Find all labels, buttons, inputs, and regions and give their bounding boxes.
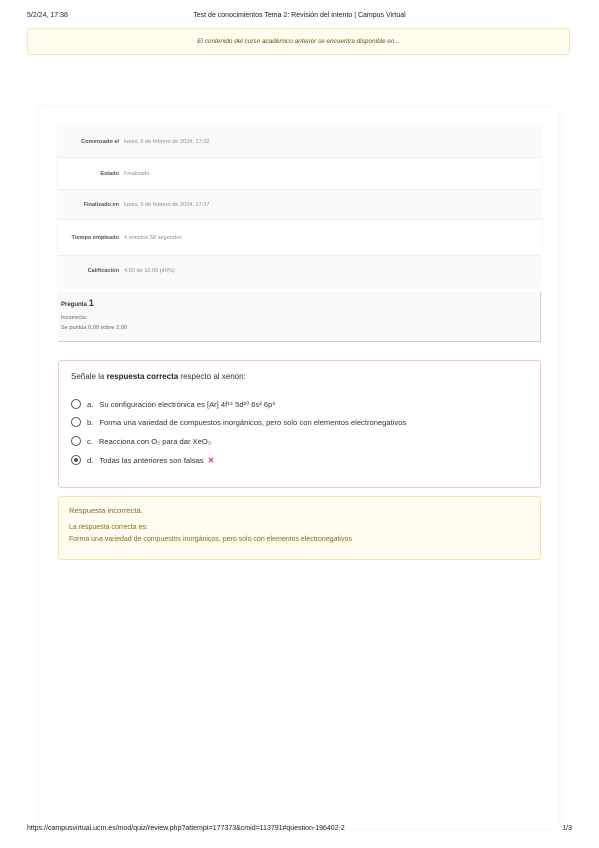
option-letter: b.	[87, 417, 94, 427]
question-info-panel: Pregunta 1 Incorrecta Se puntúa 0,00 sob…	[58, 292, 541, 342]
option-text: Reacciona con O₂ para dar XeO₃	[98, 436, 211, 446]
summary-label: Tiempo empleado	[71, 234, 119, 241]
feedback-title: Respuesta incorrecta.	[69, 506, 143, 515]
notice-text: El contenido del curso académico anterio…	[197, 38, 400, 45]
summary-label: Calificación	[87, 268, 119, 274]
answer-option-c[interactable]: c. Reacciona con O₂ para dar XeO₃	[71, 434, 211, 448]
course-notice-banner[interactable]: El contenido del curso académico anterio…	[27, 28, 570, 55]
summary-value: lunes, 5 de febrero de 2024, 17:37	[124, 201, 210, 208]
summary-row-time-taken: Tiempo empleado 4 minutos 58 segundos	[58, 220, 541, 256]
answer-option-b[interactable]: b. Forma una variedad de compuestos inor…	[71, 415, 406, 429]
prompt-text-pre: Señale la	[71, 372, 107, 381]
print-title: Test de conocimientos Tema 2: Revisión d…	[193, 12, 406, 19]
incorrect-icon: ✕	[207, 455, 215, 465]
feedback-correct-label: La respuesta correcta es:	[69, 524, 148, 531]
option-text: Su configuración electrónica es [Ar] 4f¹…	[99, 399, 276, 409]
print-url: https://campusvirtual.ucm.es/mod/quiz/re…	[27, 825, 345, 832]
question-content-box: Señale la respuesta correcta respecto al…	[58, 360, 541, 488]
radio-button[interactable]	[71, 417, 81, 427]
summary-row-finished: Finalizado en lunes, 5 de febrero de 202…	[58, 190, 541, 220]
question-state: Incorrecta	[61, 315, 86, 321]
print-footer: https://campusvirtual.ucm.es/mod/quiz/re…	[27, 825, 572, 837]
option-text: Forma una variedad de compuestos inorgán…	[99, 417, 407, 427]
question-prompt: Señale la respuesta correcta respecto al…	[71, 372, 246, 381]
summary-value: lunes, 5 de febrero de 2024, 17:32	[124, 138, 210, 145]
question-label: Pregunta	[61, 302, 88, 308]
feedback-box: Respuesta incorrecta. La respuesta corre…	[58, 496, 541, 560]
option-letter: a.	[87, 399, 94, 409]
question-grade: Se puntúa 0,00 sobre 2,00	[61, 325, 127, 331]
summary-label: Estado	[100, 170, 119, 177]
answer-option-a[interactable]: a. Su configuración electrónica es [Ar] …	[71, 397, 276, 411]
radio-button[interactable]	[71, 399, 81, 409]
option-letter: c.	[87, 436, 93, 446]
question-number: Pregunta 1	[61, 298, 94, 308]
summary-value: Finalizado	[124, 170, 150, 177]
option-text: Todas las anteriores son falsas	[99, 455, 204, 465]
radio-button-selected[interactable]	[71, 455, 81, 465]
attempt-summary-table: Comenzado el lunes, 5 de febrero de 2024…	[58, 126, 541, 286]
summary-label: Finalizado en	[83, 201, 119, 208]
summary-value: 4 minutos 58 segundos	[124, 234, 182, 241]
option-letter: d.	[87, 455, 94, 465]
summary-row-started: Comenzado el lunes, 5 de febrero de 2024…	[58, 126, 541, 158]
question-number-value: 1	[88, 298, 94, 308]
summary-label: Comenzado el	[81, 138, 119, 145]
answer-option-d[interactable]: d. Todas las anteriores son falsas ✕	[71, 453, 214, 467]
prompt-text-post: respecto al xenon:	[178, 372, 246, 381]
radio-button[interactable]	[71, 436, 81, 446]
feedback-correct-answer: Forma una variedad de compuestos inorgán…	[69, 536, 352, 543]
prompt-text-bold: respuesta correcta	[106, 372, 179, 381]
print-header: 5/2/24, 17:38 Test de conocimientos Tema…	[27, 12, 572, 26]
summary-row-state: Estado Finalizado	[58, 158, 541, 190]
summary-row-grade: Calificación 4,00 de 10,00 (40%)	[58, 256, 541, 286]
print-page-number: 1/3	[562, 825, 572, 832]
summary-value: 4,00 de 10,00 (40%)	[124, 268, 175, 274]
